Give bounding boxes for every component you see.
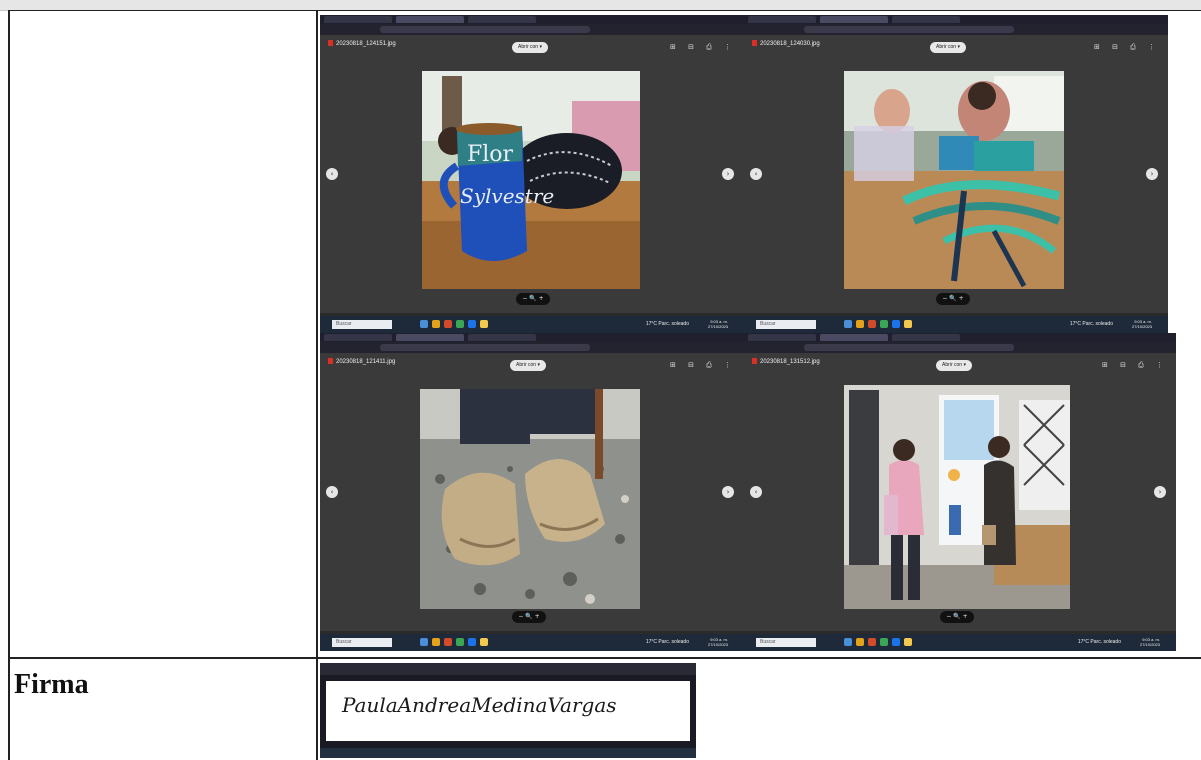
taskbar-search[interactable]: Buscar bbox=[756, 638, 816, 647]
signature-screenshot: PaulaAndreaMedinaVargas bbox=[320, 663, 696, 758]
taskbar-clock: 9:03 a. m. 27/10/2023 bbox=[1139, 637, 1160, 647]
handwritten-signature: PaulaAndreaMedinaVargas bbox=[342, 693, 617, 717]
prev-arrow-icon[interactable]: ‹ bbox=[750, 168, 762, 180]
drive-screenshot-3: 20230818_121411.jpg Abrir con ▾ ⊞ ⊟ ⎙ ⋮ … bbox=[320, 333, 744, 651]
taskbar-clock: 9:03 a. m. 27/10/2023 bbox=[707, 319, 728, 329]
open-with-button[interactable]: Abrir con ▾ bbox=[936, 360, 972, 371]
image-file-icon bbox=[752, 358, 757, 364]
taskbar-weather: 17°C Parc. soleado bbox=[1077, 639, 1121, 645]
drive-screenshot-2: 20230818_124030.jpg Abrir con ▾ ⊞ ⊟ ⎙ ⋮ … bbox=[744, 15, 1168, 333]
file-name: 20230818_124151.jpg bbox=[328, 40, 396, 47]
zoom-controls[interactable]: − 🔍 + bbox=[516, 293, 550, 305]
zoom-controls[interactable]: − 🔍 + bbox=[936, 293, 970, 305]
open-with-button[interactable]: Abrir con ▾ bbox=[510, 360, 546, 371]
drive-screenshot-4: 20230818_131512.jpg Abrir con ▾ ⊞ ⊟ ⎙ ⋮ … bbox=[744, 333, 1176, 651]
taskbar-clock: 9:03 a. m. 27/10/2023 bbox=[707, 637, 728, 647]
taskbar-search[interactable]: Buscar bbox=[756, 320, 816, 329]
table-cell-empty bbox=[8, 10, 316, 657]
prev-arrow-icon[interactable]: ‹ bbox=[326, 168, 338, 180]
windows-taskbar: Buscar 17°C Parc. soleado 9:03 a. m. 27/1… bbox=[744, 634, 1176, 651]
svg-text:Flor: Flor bbox=[467, 142, 514, 167]
browser-tabbar bbox=[744, 15, 1168, 24]
browser-tabbar bbox=[320, 333, 744, 342]
viewer-tools[interactable]: ⊞ ⊟ ⎙ ⋮ bbox=[670, 43, 736, 52]
svg-text:Sylvestre: Sylvestre bbox=[460, 184, 554, 208]
next-arrow-icon[interactable]: › bbox=[722, 486, 734, 498]
viewer-tools[interactable]: ⊞ ⊟ ⎙ ⋮ bbox=[1102, 361, 1168, 370]
viewer-tools[interactable]: ⊞ ⊟ ⎙ ⋮ bbox=[1094, 43, 1160, 52]
file-name: 20230818_131512.jpg bbox=[752, 358, 820, 365]
browser-tabbar bbox=[320, 15, 744, 24]
photo-mug: Flor Sylvestre bbox=[422, 71, 640, 289]
next-arrow-icon[interactable]: › bbox=[1146, 168, 1158, 180]
windows-taskbar: Buscar 17°C Parc. soleado 9:03 a. m. 27/1… bbox=[744, 316, 1168, 333]
open-with-button[interactable]: Abrir con ▾ bbox=[930, 42, 966, 53]
taskbar-weather: 17°C Parc. soleado bbox=[645, 639, 689, 645]
zoom-controls[interactable]: − 🔍 + bbox=[940, 611, 974, 623]
viewer-tools[interactable]: ⊞ ⊟ ⎙ ⋮ bbox=[670, 361, 736, 370]
signature-taskbar bbox=[320, 748, 696, 758]
taskbar-clock: 9:03 a. m. 27/10/2023 bbox=[1131, 319, 1152, 329]
windows-taskbar: Buscar 17°C Parc. soleado 9:03 a. m. 27/1… bbox=[320, 634, 744, 651]
prev-arrow-icon[interactable]: ‹ bbox=[750, 486, 762, 498]
firma-label: Firma bbox=[14, 669, 89, 700]
taskbar-search[interactable]: Buscar bbox=[332, 320, 392, 329]
windows-taskbar: Buscar 17°C Parc. soleado 9:03 a. m. 27/1… bbox=[320, 316, 744, 333]
zoom-controls[interactable]: − 🔍 + bbox=[512, 611, 546, 623]
browser-urlbar[interactable] bbox=[744, 342, 1176, 353]
signature-window-bar bbox=[320, 663, 696, 675]
open-with-button[interactable]: Abrir con ▾ bbox=[512, 42, 548, 53]
photo-shoes bbox=[420, 389, 640, 609]
image-file-icon bbox=[752, 40, 757, 46]
file-name: 20230818_121411.jpg bbox=[328, 358, 395, 365]
photo-crafts-table bbox=[844, 71, 1064, 289]
drive-screenshot-1: 20230818_124151.jpg Abrir con ▾ ⊞ ⊟ ⎙ ⋮ … bbox=[320, 15, 744, 333]
taskbar-search[interactable]: Buscar bbox=[332, 638, 392, 647]
file-name: 20230818_124030.jpg bbox=[752, 40, 820, 47]
prev-arrow-icon[interactable]: ‹ bbox=[326, 486, 338, 498]
image-file-icon bbox=[328, 358, 333, 364]
browser-urlbar[interactable] bbox=[320, 24, 744, 35]
table-cell-firma-label: Firma bbox=[8, 657, 316, 760]
next-arrow-icon[interactable]: › bbox=[1154, 486, 1166, 498]
taskbar-weather: 17°C Parc. soleado bbox=[645, 321, 689, 327]
browser-urlbar[interactable] bbox=[320, 342, 744, 353]
next-arrow-icon[interactable]: › bbox=[722, 168, 734, 180]
browser-tabbar bbox=[744, 333, 1176, 342]
image-file-icon bbox=[328, 40, 333, 46]
photo-people-room bbox=[844, 385, 1070, 609]
taskbar-weather: 17°C Parc. soleado bbox=[1069, 321, 1113, 327]
browser-urlbar[interactable] bbox=[744, 24, 1168, 35]
